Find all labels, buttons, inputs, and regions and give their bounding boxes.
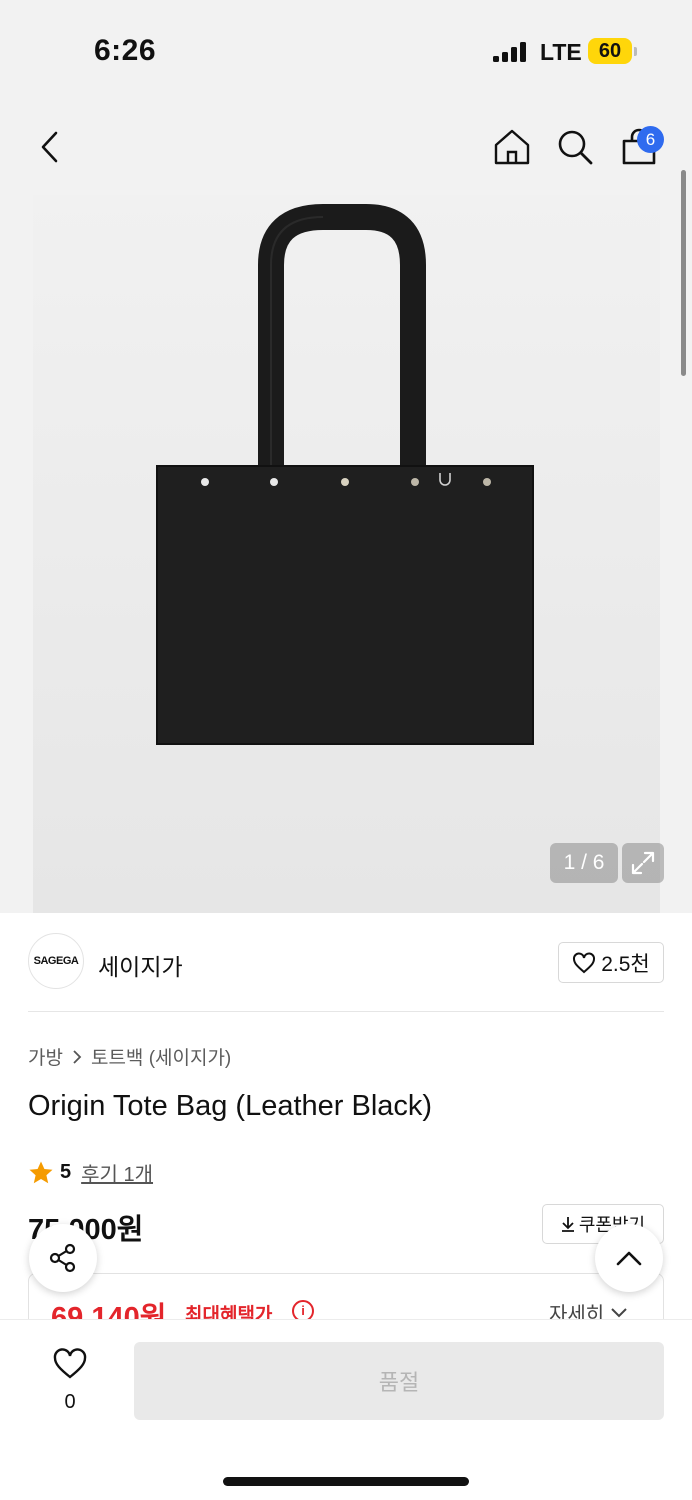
brand-row: SAGEGA 세이지가 2.5천 xyxy=(28,933,664,993)
bottom-action-bar: 0 품절 xyxy=(0,1319,692,1500)
tote-bag-image xyxy=(156,204,534,745)
expand-image-button[interactable] xyxy=(622,843,664,883)
chevron-left-icon xyxy=(41,131,58,163)
home-indicator xyxy=(223,1477,469,1486)
signal-icon xyxy=(493,42,529,62)
battery-tip xyxy=(634,47,637,56)
chevron-up-icon xyxy=(616,1251,642,1266)
search-icon xyxy=(558,130,593,165)
brand-like-count: 2.5천 xyxy=(601,952,650,976)
star-icon xyxy=(29,1161,53,1183)
heart-icon xyxy=(53,1348,87,1379)
cart-count-badge: 6 xyxy=(637,126,664,153)
product-image[interactable] xyxy=(33,195,660,913)
scrollbar[interactable] xyxy=(681,170,686,376)
heart-icon xyxy=(573,951,596,973)
chevron-down-icon xyxy=(611,1307,627,1317)
wishlist-button[interactable]: 0 xyxy=(40,1348,100,1428)
download-icon xyxy=(561,1217,574,1232)
wishlist-count: 0 xyxy=(64,1391,76,1413)
top-nav xyxy=(0,100,692,195)
rating-row: 5 후기 1개 xyxy=(28,1158,153,1187)
back-button[interactable] xyxy=(27,124,73,170)
share-button[interactable] xyxy=(29,1224,97,1292)
home-button[interactable] xyxy=(489,124,535,170)
battery-icon: 60 xyxy=(588,38,632,64)
product-gallery[interactable] xyxy=(0,195,692,913)
search-button[interactable] xyxy=(552,124,598,170)
breadcrumb-category[interactable]: 가방 xyxy=(28,1043,63,1070)
status-time: 6:26 xyxy=(94,34,157,67)
brand-logo[interactable]: SAGEGA xyxy=(28,933,84,989)
chevron-right-icon xyxy=(73,1049,82,1064)
product-title: Origin Tote Bag (Leather Black) xyxy=(28,1090,433,1122)
brand-name[interactable]: 세이지가 xyxy=(98,948,183,982)
soldout-button[interactable]: 품절 xyxy=(134,1342,664,1420)
share-icon xyxy=(49,1243,76,1273)
network-type: LTE xyxy=(540,39,582,65)
rating-value: 5 xyxy=(60,1161,72,1183)
expand-icon xyxy=(631,851,655,875)
divider xyxy=(28,1011,664,1012)
scroll-top-button[interactable] xyxy=(595,1224,663,1292)
status-bar: 6:26 LTE 60 xyxy=(0,0,692,100)
gallery-page-indicator: 1 / 6 xyxy=(550,843,618,883)
home-icon xyxy=(494,129,530,165)
breadcrumb-subcategory[interactable]: 토트백 (세이지가) xyxy=(91,1043,231,1070)
brand-like-button[interactable]: 2.5천 xyxy=(558,942,664,983)
breadcrumb: 가방 토트백 (세이지가) xyxy=(28,1043,231,1070)
review-count-link[interactable]: 후기 1개 xyxy=(81,1158,153,1187)
